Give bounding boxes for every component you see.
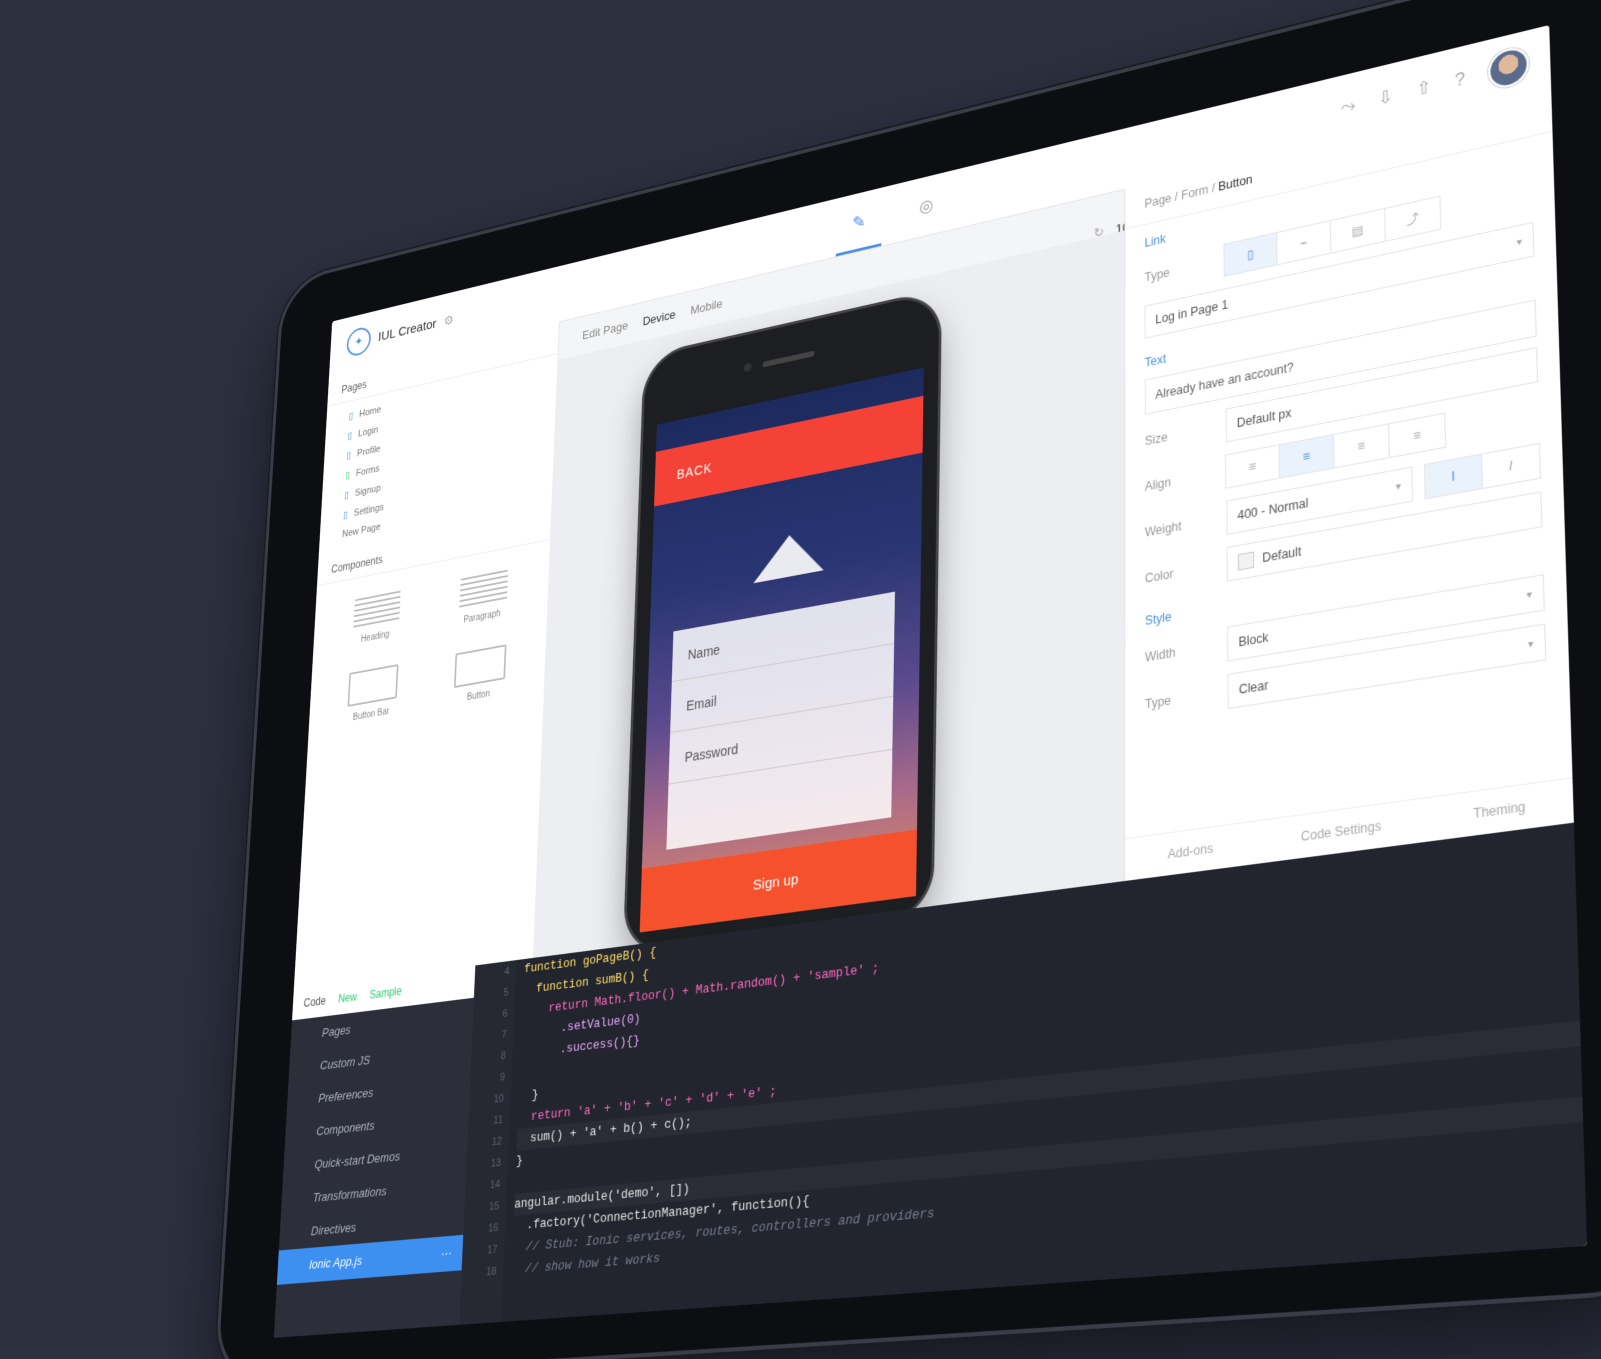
component-button[interactable]: Button (428, 640, 532, 710)
tab-code[interactable]: Code (303, 994, 326, 1010)
code-settings-button[interactable]: Code Settings (1301, 818, 1382, 844)
align-left-icon[interactable]: ≡ (1224, 444, 1280, 489)
camera (743, 362, 752, 373)
paragraph-icon (458, 569, 508, 610)
align-right-icon[interactable]: ≡ (1332, 423, 1390, 469)
app-title: IUL Creator (377, 315, 437, 345)
page-icon: ▯ (348, 410, 354, 423)
page-icon: ▯ (347, 430, 353, 442)
state-link-icon[interactable]: ▤ (1329, 207, 1386, 254)
page-icon: ▯ (345, 469, 351, 482)
speaker (762, 350, 815, 368)
heading-icon (352, 590, 401, 630)
stage: ✦ IUL Creator ⚙ ✎ ◎ ⤳ ⇩ ⇧ ? Edit Page De… (0, 0, 1601, 1359)
app-logo-icon: ✦ (346, 325, 372, 358)
page-icon: ▯ (343, 489, 350, 502)
button-bar-icon (347, 664, 399, 707)
addons-button[interactable]: Add-ons (1168, 841, 1214, 862)
chevron-down-icon: ▾ (1526, 588, 1533, 602)
chevron-down-icon: ▾ (1516, 235, 1523, 249)
page-icon: ▯ (346, 450, 352, 462)
weight-label: Weight (1144, 518, 1182, 540)
design-mode-tab[interactable]: ✎ (843, 202, 875, 242)
action-link-icon[interactable]: ⤴ (1384, 195, 1442, 242)
page-link-icon[interactable]: ▯ (1223, 231, 1278, 277)
chevron-down-icon: ▾ (1527, 637, 1534, 651)
tab-new[interactable]: New (338, 990, 357, 1005)
app-window: ✦ IUL Creator ⚙ ✎ ◎ ⤳ ⇩ ⇧ ? Edit Page De… (273, 25, 1587, 1338)
device-select[interactable]: Mobile (690, 296, 722, 317)
phone-screen: BACK Name Email Password Sign up (639, 367, 924, 933)
file-actions-icon[interactable]: ⋯ (440, 1246, 451, 1263)
inspector-panel: Page / Form / Button Link Type ▯ ⌁ ▤ ⤴ L… (1124, 88, 1574, 882)
back-button[interactable]: BACK (654, 395, 924, 507)
device-label: Device (642, 306, 676, 328)
color-swatch (1237, 551, 1255, 571)
size-label: Size (1144, 430, 1168, 449)
color-label: Color (1144, 566, 1174, 586)
component-paragraph[interactable]: Paragraph (432, 564, 535, 631)
url-link-icon[interactable]: ⌁ (1276, 219, 1332, 266)
theming-button[interactable]: Theming (1473, 799, 1525, 821)
upload-icon[interactable]: ⇧ (1416, 76, 1432, 100)
breadcrumb-item[interactable]: Page (1144, 191, 1171, 211)
align-label: Align (1144, 474, 1172, 494)
mode-tabs: ✎ ◎ (843, 173, 943, 255)
file-tree: Pages Custom JS Preferences Components Q… (273, 997, 474, 1338)
italic-icon[interactable]: I (1480, 442, 1541, 490)
phone-mockup: BACK Name Email Password Sign up (625, 291, 940, 954)
edit-page-button[interactable]: Edit Page (582, 318, 628, 342)
align-justify-icon[interactable]: ≡ (1388, 412, 1447, 459)
left-sidebar: Pages ▯ Home ▯ Login ▯ Profile ▯ Forms ▯ Sign… (293, 321, 560, 990)
breadcrumb-current: Button (1218, 172, 1253, 194)
type2-label: Type (1145, 693, 1172, 712)
user-avatar[interactable] (1487, 44, 1530, 92)
tab-sample[interactable]: Sample (369, 984, 402, 1001)
component-heading[interactable]: Heading (327, 586, 427, 651)
mountain-logo-icon (753, 528, 825, 584)
align-center-icon[interactable]: ≡ (1278, 433, 1335, 479)
breadcrumb-item[interactable]: Form (1181, 183, 1208, 203)
help-icon[interactable]: ? (1454, 68, 1465, 91)
signup-form: Name Email Password (666, 591, 895, 850)
italic-off-icon[interactable]: I (1423, 453, 1483, 500)
download-icon[interactable]: ⇩ (1378, 85, 1394, 109)
settings-icon[interactable]: ⚙ (444, 312, 454, 329)
preview-mode-tab[interactable]: ◎ (910, 186, 943, 227)
type-label: Type (1144, 265, 1170, 285)
chevron-down-icon: ▾ (1395, 480, 1402, 493)
share-icon[interactable]: ⤳ (1341, 94, 1356, 118)
button-icon (453, 644, 507, 689)
width-label: Width (1144, 645, 1176, 665)
component-button-bar[interactable]: Button Bar (322, 660, 422, 728)
laptop-frame: ✦ IUL Creator ⚙ ✎ ◎ ⤳ ⇩ ⇧ ? Edit Page De… (217, 0, 1601, 1359)
page-icon: ▯ (342, 509, 349, 521)
